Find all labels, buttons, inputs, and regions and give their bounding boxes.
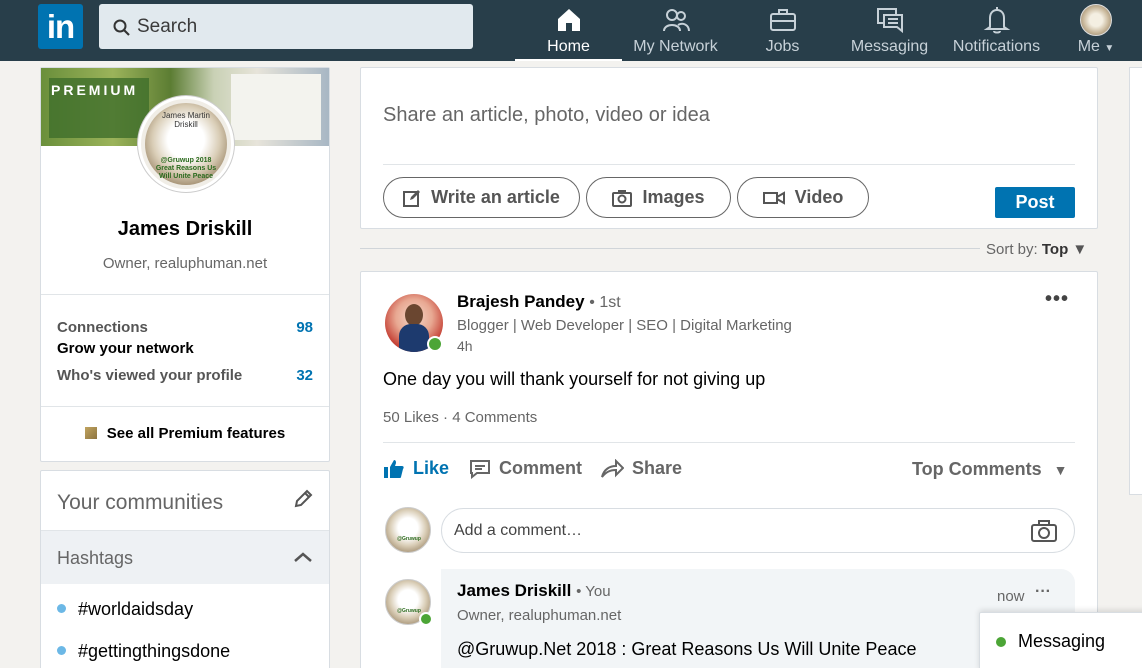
search-bar[interactable] xyxy=(99,4,473,49)
profile-views-label[interactable]: Who's viewed your profile xyxy=(57,367,242,384)
right-rail-card xyxy=(1129,67,1142,495)
online-indicator xyxy=(419,612,433,626)
camera-icon xyxy=(612,189,633,207)
home-icon xyxy=(557,9,580,31)
connections-count[interactable]: 98 xyxy=(296,319,313,336)
camera-icon[interactable] xyxy=(1030,519,1058,543)
nav-home-label: Home xyxy=(547,38,590,55)
more-options-icon[interactable]: ••• xyxy=(1045,288,1069,311)
post-text: One day you will thank yourself for not … xyxy=(383,369,766,389)
share-input[interactable]: Share an article, photo, video or idea xyxy=(383,104,710,127)
nav-home[interactable]: Home xyxy=(515,0,622,61)
online-indicator xyxy=(427,336,443,352)
feed-post: Brajesh Pandey • 1st Blogger | Web Devel… xyxy=(360,271,1098,668)
nav-messaging-label: Messaging xyxy=(850,38,929,55)
me-avatar xyxy=(1080,4,1112,36)
chevron-down-icon: ▼ xyxy=(1104,43,1115,54)
top-comments-dropdown[interactable]: Top Comments ▼ xyxy=(912,459,1068,480)
briefcase-icon xyxy=(769,9,796,31)
nav-my-network-label: My Network xyxy=(633,38,718,55)
nav-messaging[interactable]: Messaging xyxy=(836,0,943,61)
pencil-square-icon xyxy=(403,189,421,207)
premium-badge: PREMIUM xyxy=(51,82,139,98)
like-button[interactable]: Like xyxy=(383,458,449,479)
comment-box[interactable] xyxy=(441,508,1075,553)
post-time: 4h xyxy=(457,338,473,354)
hashtags-header[interactable]: Hashtags xyxy=(41,530,329,584)
nav-my-network[interactable]: My Network xyxy=(622,0,729,61)
profile-views-count[interactable]: 32 xyxy=(296,367,313,384)
video-icon xyxy=(762,190,785,205)
communities-card: Your communities Hashtags #worldaidsday … xyxy=(40,470,330,668)
sort-dropdown[interactable]: Sort by: Top ▼ xyxy=(986,241,1087,258)
nav-notifications[interactable]: Notifications xyxy=(943,0,1050,61)
top-navigation: in Home My Network Jobs Messaging Notifi… xyxy=(0,0,1142,61)
profile-photo[interactable]: James Martin Driskill @Gruwup 2018 Great… xyxy=(138,96,234,192)
caret-down-icon: ▼ xyxy=(1053,461,1068,478)
nav-jobs[interactable]: Jobs xyxy=(729,0,836,61)
commenter-headline: Owner, realuphuman.net xyxy=(457,607,622,624)
post-counts[interactable]: 50 Likes · 4 Comments xyxy=(383,409,537,426)
commenter-name[interactable]: James Driskill • You xyxy=(457,581,611,601)
caret-down-icon: ▼ xyxy=(1072,241,1088,258)
comment-more-icon[interactable]: ··· xyxy=(1035,583,1051,601)
profile-headline: Owner, realuphuman.net xyxy=(102,255,268,272)
linkedin-logo[interactable]: in xyxy=(38,4,83,49)
author-headline: Blogger | Web Developer | SEO | Digital … xyxy=(457,317,792,334)
video-button[interactable]: Video xyxy=(737,177,869,218)
nav-me-label: Me ▼ xyxy=(1077,38,1115,55)
search-input[interactable] xyxy=(137,4,457,49)
comment-text: @Gruwup.Net 2018 : Great Reasons Us Will… xyxy=(457,639,917,659)
profile-name[interactable]: James Driskill xyxy=(41,218,329,241)
share-box: Share an article, photo, video or idea W… xyxy=(360,67,1098,229)
search-icon xyxy=(113,19,130,36)
hashtag-item[interactable]: #worldaidsday xyxy=(57,599,193,620)
thumbs-up-icon xyxy=(384,459,404,478)
comment-time: now xyxy=(997,588,1025,605)
network-icon xyxy=(662,9,690,32)
comment-icon xyxy=(470,459,490,479)
premium-features-link[interactable]: See all Premium features xyxy=(41,425,329,442)
premium-icon xyxy=(84,427,97,439)
online-indicator xyxy=(996,637,1006,647)
grow-network-link[interactable]: Grow your network xyxy=(57,340,194,357)
comment-button[interactable]: Comment xyxy=(469,458,582,479)
hashtag-item[interactable]: #gettingthingsdone xyxy=(57,641,230,662)
bell-icon xyxy=(983,7,1010,34)
write-article-button[interactable]: Write an article xyxy=(383,177,580,218)
nav-jobs-label: Jobs xyxy=(765,38,800,55)
author-name[interactable]: Brajesh Pandey • 1st xyxy=(457,292,621,312)
messaging-tab[interactable]: Messaging xyxy=(979,612,1142,668)
nav-notifications-label: Notifications xyxy=(952,38,1041,55)
communities-title: Your communities xyxy=(57,491,224,514)
connection-degree: • 1st xyxy=(589,294,621,311)
messaging-label: Messaging xyxy=(1018,631,1106,651)
connections-label[interactable]: Connections xyxy=(57,319,148,336)
feed-divider xyxy=(360,248,980,249)
messaging-icon xyxy=(876,8,903,34)
post-button[interactable]: Post xyxy=(995,187,1075,218)
images-button[interactable]: Images xyxy=(586,177,731,218)
nav-me[interactable]: Me ▼ xyxy=(1050,0,1142,61)
profile-card: PREMIUM James Martin Driskill @Gruwup 20… xyxy=(40,67,330,462)
hashtags-label: Hashtags xyxy=(57,548,134,568)
chevron-up-icon xyxy=(294,552,312,562)
comment-input[interactable] xyxy=(454,509,1014,552)
share-button[interactable]: Share xyxy=(600,458,682,479)
my-avatar[interactable]: @Gruwup xyxy=(385,507,431,553)
share-arrow-icon xyxy=(601,458,624,478)
pencil-icon[interactable] xyxy=(293,489,313,509)
